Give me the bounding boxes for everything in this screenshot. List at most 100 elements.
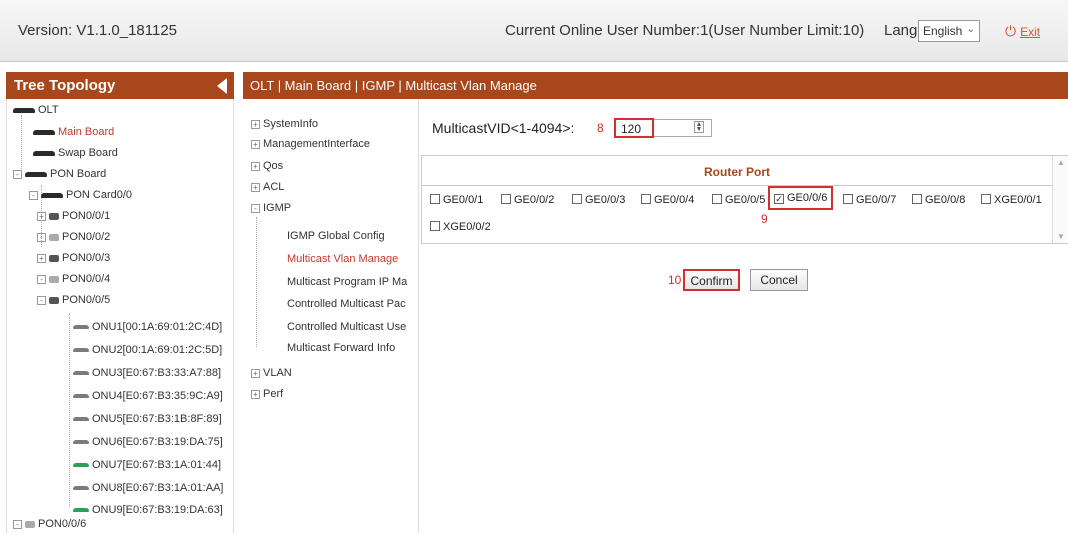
collapse-icon[interactable]: -: [13, 519, 22, 529]
collapse-arrow-icon[interactable]: [217, 78, 227, 94]
collapse-icon[interactable]: -: [251, 203, 260, 213]
port-checkbox-ge0-0-3[interactable]: GE0/0/3: [572, 194, 625, 206]
scroll-down-icon[interactable]: ▼: [1057, 232, 1065, 241]
checkbox-icon[interactable]: [912, 194, 922, 204]
tree-connector: [21, 115, 22, 169]
language-select[interactable]: English ⌄: [918, 20, 980, 42]
port-checkbox-ge0-0-8[interactable]: GE0/0/8: [912, 194, 965, 206]
tree-node-pon-board[interactable]: - PON Board: [13, 167, 106, 181]
pon-port-icon: [49, 254, 59, 262]
tree-node-label: PON0/0/2: [62, 231, 111, 243]
tree-node-label: ONU5[E0:67:B3:1B:8F:89]: [92, 413, 222, 425]
tree-node-onu[interactable]: ONU8[E0:67:B3:1A:01:AA]: [73, 481, 223, 495]
collapse-icon[interactable]: -: [37, 274, 46, 284]
port-label: GE0/0/8: [925, 194, 966, 206]
checkbox-checked-icon[interactable]: ✓: [774, 194, 784, 204]
port-checkbox-ge0-0-1[interactable]: GE0/0/1: [430, 194, 483, 206]
tree-node-olt[interactable]: OLT: [13, 103, 59, 117]
menu-item-vlan[interactable]: + VLAN: [251, 367, 292, 379]
checkbox-icon[interactable]: [430, 194, 440, 204]
menu-item-label: IGMP: [263, 202, 292, 214]
language-value: English: [923, 24, 963, 38]
tree-node-pon[interactable]: - PON0/0/2: [37, 230, 110, 244]
tree-node-label: PON0/0/6: [38, 518, 87, 530]
lang-label: Lang: [884, 22, 918, 39]
checkbox-icon[interactable]: [501, 194, 511, 204]
port-checkbox-ge0-0-6[interactable]: ✓ GE0/0/6: [768, 186, 834, 210]
menu-item-multicast-vlan[interactable]: Multicast Vlan Manage: [287, 253, 398, 265]
tree-node-onu[interactable]: ONU3[E0:67:B3:33:A7:88]: [73, 366, 221, 380]
step-9-marker: 9: [761, 212, 768, 226]
multicast-vid-input[interactable]: 120: [614, 118, 654, 138]
tree-node-pon-card[interactable]: - PON Card0/0: [29, 188, 132, 202]
port-checkbox-xge0-0-1[interactable]: XGE0/0/1: [981, 194, 1042, 206]
collapse-icon[interactable]: -: [37, 232, 46, 242]
menu-connector: [256, 217, 257, 347]
port-checkbox-ge0-0-7[interactable]: GE0/0/7: [843, 194, 896, 206]
menu-item-forward-info[interactable]: Multicast Forward Info: [287, 342, 395, 354]
expand-icon[interactable]: +: [251, 139, 260, 149]
menu-item-qos[interactable]: + Qos: [251, 160, 283, 172]
exit-link[interactable]: ⏻ Exit: [1005, 23, 1040, 40]
menu-item-controlled-pac[interactable]: Controlled Multicast Pac: [287, 298, 406, 310]
menu-item-igmp-global[interactable]: IGMP Global Config: [287, 230, 385, 242]
spinner-icon[interactable]: ▲ ▼: [694, 121, 704, 133]
menu-item-acl[interactable]: + ACL: [251, 181, 284, 193]
collapse-icon[interactable]: -: [29, 190, 38, 200]
expand-icon[interactable]: +: [37, 211, 46, 221]
cancel-button[interactable]: Concel: [750, 269, 808, 291]
chevron-down-icon: ⌄: [966, 24, 975, 35]
scroll-up-icon[interactable]: ▲: [1057, 158, 1065, 167]
collapse-icon[interactable]: -: [37, 295, 46, 305]
confirm-button[interactable]: Confirm: [683, 269, 740, 291]
menu-item-management[interactable]: + ManagementInterface: [251, 138, 370, 150]
menu-item-perf[interactable]: + Perf: [251, 388, 283, 400]
expand-icon[interactable]: +: [251, 119, 260, 129]
expand-icon[interactable]: +: [251, 389, 260, 399]
tree-node-pon[interactable]: - PON0/0/4: [37, 272, 110, 286]
collapse-icon[interactable]: -: [13, 169, 22, 179]
expand-icon[interactable]: +: [251, 368, 260, 378]
expand-icon[interactable]: +: [251, 182, 260, 192]
port-checkbox-ge0-0-4[interactable]: GE0/0/4: [641, 194, 694, 206]
tree-node-swap-board[interactable]: Swap Board: [33, 146, 118, 160]
tree-node-label: PON0/0/1: [62, 210, 111, 222]
tree-node-pon[interactable]: + PON0/0/3: [37, 251, 110, 265]
tree-node-onu[interactable]: ONU2[00:1A:69:01:2C:5D]: [73, 343, 222, 357]
onu-icon: [73, 348, 89, 353]
tree-node-pon[interactable]: + PON0/0/1: [37, 209, 110, 223]
checkbox-icon[interactable]: [843, 194, 853, 204]
onu-online-icon: [73, 508, 89, 513]
port-checkbox-xge0-0-2[interactable]: XGE0/0/2: [430, 221, 491, 233]
tree-node-onu[interactable]: ONU4[E0:67:B3:35:9C:A9]: [73, 389, 223, 403]
checkbox-icon[interactable]: [981, 194, 991, 204]
tree-node-label: ONU6[E0:67:B3:19:DA:75]: [92, 436, 223, 448]
menu-item-label: Multicast Forward Info: [287, 342, 396, 354]
menu-item-systeminfo[interactable]: + SystemInfo: [251, 118, 318, 130]
tree-node-onu[interactable]: ONU9[E0:67:B3:19:DA:63]: [73, 503, 223, 517]
router-port-scrollbar[interactable]: ▲ ▼: [1052, 156, 1068, 243]
tree-node-label: PON0/0/4: [62, 273, 111, 285]
port-checkbox-ge0-0-5[interactable]: GE0/0/5: [712, 194, 765, 206]
tree-node-onu[interactable]: ONU7[E0:67:B3:1A:01:44]: [73, 458, 221, 472]
expand-icon[interactable]: +: [251, 161, 260, 171]
tree-node-main-board[interactable]: Main Board: [33, 125, 114, 139]
tree-node-onu[interactable]: ONU1[00:1A:69:01:2C:4D]: [73, 320, 222, 334]
port-checkbox-ge0-0-2[interactable]: GE0/0/2: [501, 194, 554, 206]
expand-icon[interactable]: +: [37, 253, 46, 263]
checkbox-icon[interactable]: [641, 194, 651, 204]
tree-node-pon[interactable]: - PON0/0/5: [37, 293, 110, 307]
tree-node-onu[interactable]: ONU6[E0:67:B3:19:DA:75]: [73, 435, 223, 449]
onu-icon: [73, 325, 89, 330]
board-icon: [25, 171, 47, 177]
checkbox-icon[interactable]: [572, 194, 582, 204]
menu-item-igmp[interactable]: - IGMP: [251, 202, 291, 214]
tree-node-onu[interactable]: ONU5[E0:67:B3:1B:8F:89]: [73, 412, 222, 426]
pon-port-icon: [49, 275, 59, 283]
checkbox-icon[interactable]: [712, 194, 722, 204]
checkbox-icon[interactable]: [430, 221, 440, 231]
port-label: GE0/0/4: [654, 194, 695, 206]
menu-item-controlled-use[interactable]: Controlled Multicast Use: [287, 321, 406, 333]
menu-item-multicast-program[interactable]: Multicast Program IP Ma: [287, 276, 407, 288]
tree-node-pon[interactable]: - PON0/0/6: [13, 517, 86, 531]
